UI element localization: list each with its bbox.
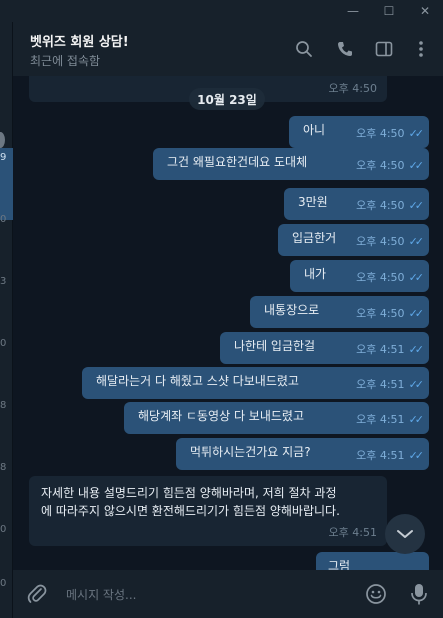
message-time: 오후 4:51 [356, 449, 405, 462]
message-text: 먹튀하시는건가요 지금? [190, 445, 311, 459]
message-outgoing[interactable]: 먹튀하시는건가요 지금? 오후 4:51 ✓✓ [176, 438, 429, 470]
message-outgoing[interactable]: 입금한거 오후 4:50 ✓✓ [278, 224, 429, 256]
paperclip-icon [27, 584, 47, 603]
message-list[interactable]: 오후 4:50 10월 23일 아니 오후 4:50 ✓✓ 그건 왜필요한건데요 … [13, 76, 443, 570]
message-outgoing[interactable]: 그건 왜필요한건데요 도대체 오후 4:50 ✓✓ [153, 148, 429, 180]
message-meta: 오후 4:51 ✓✓ [356, 377, 425, 392]
phone-icon [338, 42, 352, 56]
read-ticks-icon: ✓✓ [408, 449, 425, 462]
message-text: 자세한 내용 설명드리기 힘든점 양해바라며, 저희 절차 과정에 따라주지 않… [41, 486, 340, 518]
date-separator: 10월 23일 [189, 88, 265, 110]
emoji-icon [366, 584, 386, 604]
message-outgoing[interactable]: 나한테 입금한걸 오후 4:51 ✓✓ [220, 332, 429, 364]
message-time: 오후 4:51 [356, 378, 405, 391]
message-meta: 오후 4:50 ✓✓ [356, 306, 425, 321]
close-icon: ✕ [419, 4, 431, 18]
read-ticks-icon: ✓✓ [408, 127, 425, 140]
minimize-icon: — [347, 4, 359, 18]
voice-message-button[interactable] [409, 582, 429, 606]
message-text: 해달라는거 다 해줬고 스샷 다보내드렸고 [96, 374, 299, 388]
read-ticks-icon: ✓✓ [408, 307, 425, 320]
message-meta: 오후 4:50 ✓✓ [356, 270, 425, 285]
message-time: 오후 4:50 [356, 159, 405, 172]
message-text: 내가 [304, 267, 327, 281]
read-ticks-icon: ✓✓ [408, 199, 425, 212]
message-outgoing[interactable]: 내통장으로 오후 4:50 ✓✓ [250, 296, 429, 328]
chat-list-mark: 9 [0, 152, 7, 163]
message-text: 그건 왜필요한건데요 도대체 [167, 155, 308, 169]
read-ticks-icon: ✓✓ [408, 343, 425, 356]
more-vertical-icon [419, 41, 423, 57]
sidebar-toggle-button[interactable] [373, 38, 395, 60]
message-text: 해당계좌 ㄷ동영상 다 보내드렸고 [138, 409, 305, 423]
message-text: 그럼 [328, 559, 351, 570]
call-button[interactable] [334, 38, 356, 60]
read-ticks-icon: ✓✓ [408, 413, 425, 426]
message-time: 오후 4:50 [356, 271, 405, 284]
message-time: 오후 4:50 [356, 127, 405, 140]
chat-status: 최근에 접속함 [30, 54, 101, 68]
chat-list-mark: 0 [0, 524, 7, 535]
message-text: 내통장으로 [264, 303, 320, 317]
message-outgoing[interactable]: 3만원 오후 4:50 ✓✓ [284, 188, 429, 220]
message-incoming[interactable]: 자세한 내용 설명드리기 힘든점 양해바라며, 저희 절차 과정에 따라주지 않… [29, 476, 387, 546]
message-text: 나한테 입금한걸 [234, 339, 316, 353]
sidebar-toggle-icon [375, 41, 393, 57]
minimize-button[interactable]: — [338, 0, 368, 22]
chat-list-strip: 9 0 3 0 8 8 0 0 [0, 22, 13, 618]
chat-list-mark: 8 [0, 400, 7, 411]
message-meta: 오후 4:51 ✓✓ [356, 412, 425, 427]
chat-header: 벳위즈 회원 상담! 최근에 접속함 [13, 22, 443, 76]
message-input[interactable]: 메시지 작성... [66, 586, 136, 603]
message-time: 오후 4:50 [356, 235, 405, 248]
read-ticks-icon: ✓✓ [408, 159, 425, 172]
chat-list-mark: 3 [0, 276, 7, 287]
attach-button[interactable] [26, 583, 48, 605]
message-outgoing[interactable]: 해당계좌 ㄷ동영상 다 보내드렸고 오후 4:51 ✓✓ [124, 402, 429, 434]
message-meta: 오후 4:51 ✓✓ [356, 448, 425, 463]
read-ticks-icon: ✓✓ [408, 271, 425, 284]
read-ticks-icon: ✓✓ [408, 378, 425, 391]
chat-list-mark: 0 [0, 338, 7, 349]
message-time: 오후 4:50 [328, 82, 377, 95]
maximize-icon: ☐ [383, 4, 395, 18]
message-outgoing-partial[interactable]: 그럼 [316, 552, 429, 570]
message-meta: 오후 4:50 ✓✓ [356, 158, 425, 173]
message-meta: 오후 4:50 ✓✓ [356, 126, 425, 141]
emoji-button[interactable] [365, 583, 387, 605]
window-titlebar: — ☐ ✕ [0, 0, 443, 22]
chat-list-mark: 0 [0, 214, 7, 225]
message-text: 아니 [303, 123, 326, 137]
close-window-button[interactable]: ✕ [410, 0, 440, 22]
message-composer: 메시지 작성... [13, 570, 443, 618]
message-time: 오후 4:50 [356, 307, 405, 320]
message-time: 오후 4:50 [356, 199, 405, 212]
message-text: 3만원 [298, 195, 328, 209]
chat-title[interactable]: 벳위즈 회원 상담! [30, 31, 129, 50]
message-meta: 오후 4:51 ✓✓ [356, 342, 425, 357]
message-time: 오후 4:51 [328, 526, 377, 539]
read-ticks-icon: ✓✓ [408, 235, 425, 248]
message-meta: 오후 4:50 ✓✓ [356, 198, 425, 213]
message-outgoing[interactable]: 해달라는거 다 해줬고 스샷 다보내드렸고 오후 4:51 ✓✓ [82, 367, 429, 399]
chat-avatar[interactable] [0, 132, 5, 148]
message-meta: 오후 4:50 ✓✓ [356, 234, 425, 249]
microphone-icon [411, 584, 427, 605]
message-outgoing[interactable]: 아니 오후 4:50 ✓✓ [289, 116, 429, 148]
maximize-button[interactable]: ☐ [374, 0, 404, 22]
chevron-down-icon [397, 530, 413, 538]
scroll-to-bottom-button[interactable] [385, 514, 425, 554]
message-time: 오후 4:51 [356, 413, 405, 426]
message-time: 오후 4:51 [356, 343, 405, 356]
chat-list-mark: 8 [0, 462, 7, 473]
search-button[interactable] [293, 38, 315, 60]
chat-list-mark: 0 [0, 578, 7, 589]
search-icon [296, 41, 312, 57]
message-outgoing[interactable]: 내가 오후 4:50 ✓✓ [290, 260, 429, 292]
more-menu-button[interactable] [410, 38, 432, 60]
message-text: 입금한거 [292, 231, 337, 245]
